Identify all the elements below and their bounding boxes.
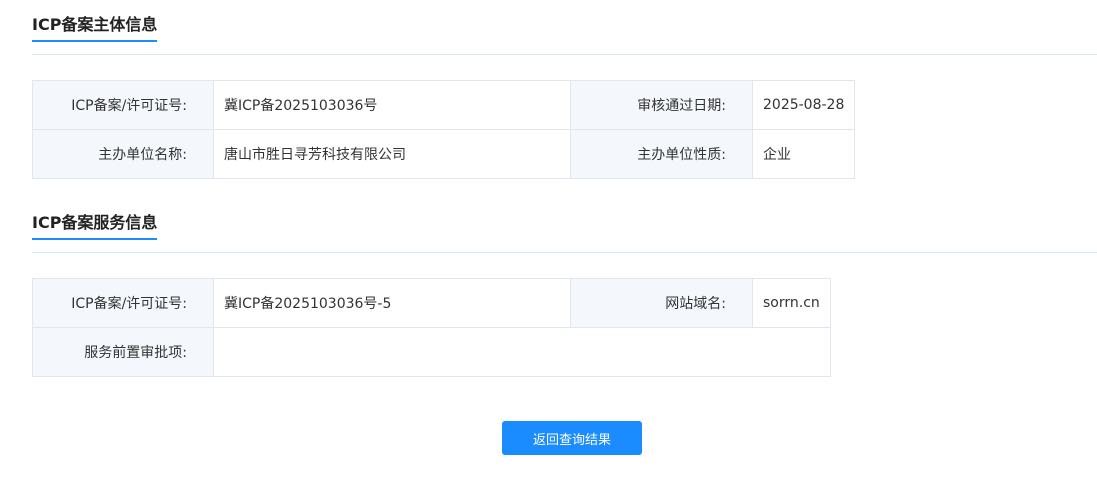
pre-approval-items-label: 服务前置审批项: xyxy=(32,327,214,377)
organizer-type-label: 主办单位性质: xyxy=(570,129,753,179)
subject-info-table: ICP备案/许可证号: 冀ICP备2025103036号 审核通过日期: 202… xyxy=(32,80,856,179)
service-license-number-value: 冀ICP备2025103036号-5 xyxy=(213,278,571,328)
approval-date-value: 2025-08-28 xyxy=(751,80,856,130)
table-row: ICP备案/许可证号: 冀ICP备2025103036号-5 网站域名: sor… xyxy=(32,278,831,328)
organizer-name-label: 主办单位名称: xyxy=(32,129,214,179)
service-license-number-label: ICP备案/许可证号: xyxy=(32,278,214,328)
website-domain-label: 网站域名: xyxy=(570,278,753,328)
approval-date-label: 审核通过日期: xyxy=(570,80,753,130)
service-section-header: ICP备案服务信息 xyxy=(32,212,1097,253)
table-row: 主办单位名称: 唐山市胜日寻芳科技有限公司 主办单位性质: 企业 xyxy=(32,129,856,179)
subject-section-title: ICP备案主体信息 xyxy=(32,14,158,42)
service-section-title: ICP备案服务信息 xyxy=(32,212,158,240)
return-to-results-button[interactable]: 返回查询结果 xyxy=(502,421,642,455)
service-info-table: ICP备案/许可证号: 冀ICP备2025103036号-5 网站域名: sor… xyxy=(32,278,831,377)
pre-approval-items-value xyxy=(213,327,831,377)
subject-section-header: ICP备案主体信息 xyxy=(32,14,1097,55)
table-row: 服务前置审批项: xyxy=(32,327,831,377)
license-number-value: 冀ICP备2025103036号 xyxy=(213,80,571,130)
website-domain-value: sorrn.cn xyxy=(752,278,831,328)
organizer-name-value: 唐山市胜日寻芳科技有限公司 xyxy=(213,129,571,179)
license-number-label: ICP备案/许可证号: xyxy=(32,80,214,130)
table-row: ICP备案/许可证号: 冀ICP备2025103036号 审核通过日期: 202… xyxy=(32,80,856,130)
organizer-type-value: 企业 xyxy=(751,129,856,179)
